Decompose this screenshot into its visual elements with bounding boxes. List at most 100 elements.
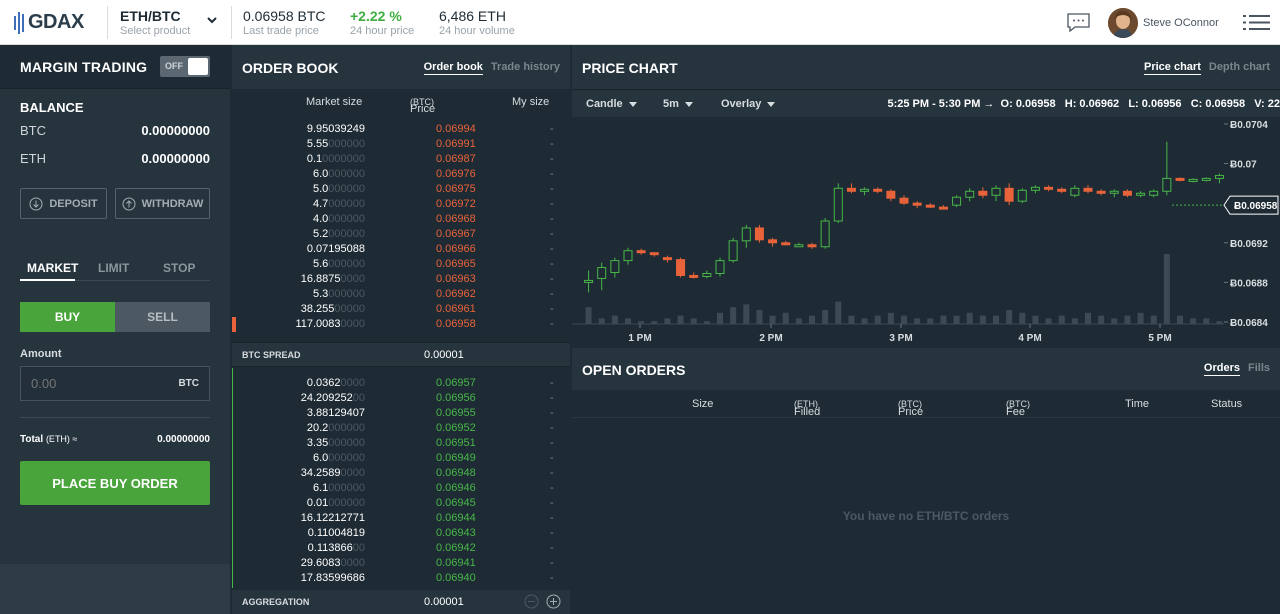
balance-amount: 0.00000000 <box>141 123 210 138</box>
order-book-row[interactable]: 16.12212771 0.06944 - <box>232 511 570 526</box>
candle-body <box>597 267 607 279</box>
last-trade-value: 0.06958 BTC <box>243 8 326 24</box>
volume-bar <box>1190 318 1197 324</box>
buy-button[interactable]: BUY <box>20 302 115 332</box>
tab-orders[interactable]: Orders <box>1203 362 1240 376</box>
gdax-logo[interactable]: GDAX <box>14 11 84 34</box>
amount-input[interactable] <box>31 376 131 391</box>
order-book-row[interactable]: 17.83599686 0.06940 - <box>232 571 570 586</box>
order-book-row[interactable]: 5.0000000 0.06975 - <box>232 182 570 197</box>
deposit-button[interactable]: DEPOSIT <box>20 188 107 219</box>
volume-bar <box>901 315 907 324</box>
candle-body <box>1109 190 1119 194</box>
avatar[interactable] <box>1108 8 1138 38</box>
divider <box>107 6 108 39</box>
withdraw-button[interactable]: WITHDRAW <box>115 188 210 219</box>
row-size: 0.11386600 <box>308 542 365 554</box>
order-book-row[interactable]: 6.0000000 0.06976 - <box>232 167 570 182</box>
candlestick-chart[interactable]: Ƀ0.0704 Ƀ0.07 Ƀ0.0692 Ƀ0.0688 Ƀ0.0684 Ƀ0.0695… <box>572 117 1280 346</box>
order-book-row[interactable]: 5.3000000 0.06962 - <box>232 287 570 302</box>
tab-order-book[interactable]: Order book <box>423 61 483 75</box>
volume-bar <box>1177 315 1183 324</box>
plus-circle-icon[interactable] <box>546 594 561 609</box>
chart-type-dropdown[interactable]: Candle <box>586 98 637 110</box>
interval-value: 5m <box>663 98 679 110</box>
spread-label: BTC SPREAD <box>242 350 301 360</box>
row-size: 5.2000000 <box>313 228 365 240</box>
size-value: 38.255 <box>300 303 335 315</box>
size-value: 0.113866 <box>307 542 353 554</box>
row-price: 0.06966 <box>436 243 476 255</box>
order-book-row[interactable]: 5.2000000 0.06967 - <box>232 227 570 242</box>
minus-circle-icon[interactable] <box>524 594 539 609</box>
row-size: 24.20925200 <box>301 392 365 404</box>
user-name[interactable]: Steve OConnor <box>1143 17 1219 29</box>
size-padding: 0000 <box>340 318 365 330</box>
row-my-size: - <box>550 572 554 584</box>
product-selector[interactable]: ETH/BTC Select product <box>120 8 190 38</box>
size-value: 3.35 <box>306 437 329 449</box>
order-book-row[interactable]: 24.20925200 0.06956 - <box>232 391 570 406</box>
tab-stop[interactable]: STOP <box>163 261 195 281</box>
chat-icon[interactable] <box>1067 13 1090 32</box>
order-book-row[interactable]: 0.11004819 0.06943 - <box>232 526 570 541</box>
order-book-row[interactable]: 117.00830000 0.06958 - <box>232 317 570 332</box>
tab-trade-history[interactable]: Trade history <box>491 61 560 75</box>
price-change: +2.22 % 24 hour price <box>350 8 414 38</box>
row-price: 0.06991 <box>436 138 476 150</box>
open-orders-title: OPEN ORDERS <box>582 362 686 378</box>
candle-body <box>1162 177 1172 192</box>
margin-toggle[interactable]: OFF <box>160 56 210 77</box>
order-book-row[interactable]: 5.6000000 0.06965 - <box>232 257 570 272</box>
chevron-down-icon[interactable] <box>207 15 217 25</box>
interval-dropdown[interactable]: 5m <box>663 98 693 110</box>
tab-fills[interactable]: Fills <box>1248 362 1270 376</box>
order-book-row[interactable]: 29.60830000 0.06941 - <box>232 556 570 571</box>
order-book-row[interactable]: 38.25500000 0.06961 - <box>232 302 570 317</box>
tab-depth-chart[interactable]: Depth chart <box>1209 61 1270 75</box>
row-my-size: - <box>550 138 554 150</box>
order-book-row[interactable]: 0.10000000 0.06987 - <box>232 152 570 167</box>
tab-limit[interactable]: LIMIT <box>98 261 129 281</box>
volume-bar <box>940 315 947 324</box>
y-tick-label: Ƀ0.0688 <box>1230 278 1268 289</box>
order-book-row[interactable]: 9.95039249 0.06994 - <box>232 122 570 137</box>
candle-body <box>965 190 975 198</box>
candle-body <box>938 206 948 210</box>
volume-label: 24 hour volume <box>439 25 515 37</box>
tab-price-chart[interactable]: Price chart <box>1144 61 1201 75</box>
size-value: 4.7 <box>312 198 329 210</box>
volume-bar <box>795 318 802 324</box>
amount-field[interactable]: BTC <box>20 366 210 401</box>
tab-market[interactable]: MARKET <box>20 261 78 281</box>
volume-bar <box>993 315 999 324</box>
last-trade-price: 0.06958 BTC Last trade price <box>243 8 326 38</box>
size-padding: 000000 <box>328 482 365 494</box>
divider <box>20 417 210 418</box>
candle-body <box>636 250 646 254</box>
sell-button[interactable]: SELL <box>115 302 210 332</box>
column-filled-label: Filled <box>794 406 821 418</box>
order-book-row[interactable]: 3.88129407 0.06955 - <box>232 406 570 421</box>
order-book-row[interactable]: 0.01000000 0.06945 - <box>232 496 570 511</box>
order-book-row[interactable]: 3.35000000 0.06951 - <box>232 436 570 451</box>
row-size: 0.07195088 <box>307 243 365 255</box>
open-orders-tabs: Orders Fills <box>1203 362 1270 376</box>
order-book-row[interactable]: 20.2000000 0.06952 - <box>232 421 570 436</box>
order-book-row[interactable]: 34.25890000 0.06948 - <box>232 466 570 481</box>
order-book-row[interactable]: 0.07195088 0.06966 - <box>232 242 570 257</box>
order-book-row[interactable]: 6.0000000 0.06949 - <box>232 451 570 466</box>
menu-icon[interactable] <box>1243 14 1270 31</box>
order-book-row[interactable]: 0.11386600 0.06942 - <box>232 541 570 556</box>
order-book-row[interactable]: 5.55000000 0.06991 - <box>232 137 570 152</box>
order-book-row[interactable]: 6.1000000 0.06946 - <box>232 481 570 496</box>
row-price: 0.06940 <box>436 572 476 584</box>
place-buy-order-button[interactable]: PLACE BUY ORDER <box>20 461 210 505</box>
total-label-group: Total (ETH) ≈ <box>20 434 77 445</box>
row-my-size: - <box>550 497 554 509</box>
order-book-row[interactable]: 0.03620000 0.06957 - <box>232 376 570 391</box>
order-book-row[interactable]: 4.0000000 0.06968 - <box>232 212 570 227</box>
order-book-row[interactable]: 16.88750000 0.06963 - <box>232 272 570 287</box>
order-book-row[interactable]: 4.7000000 0.06972 - <box>232 197 570 212</box>
overlay-dropdown[interactable]: Overlay <box>721 98 776 110</box>
